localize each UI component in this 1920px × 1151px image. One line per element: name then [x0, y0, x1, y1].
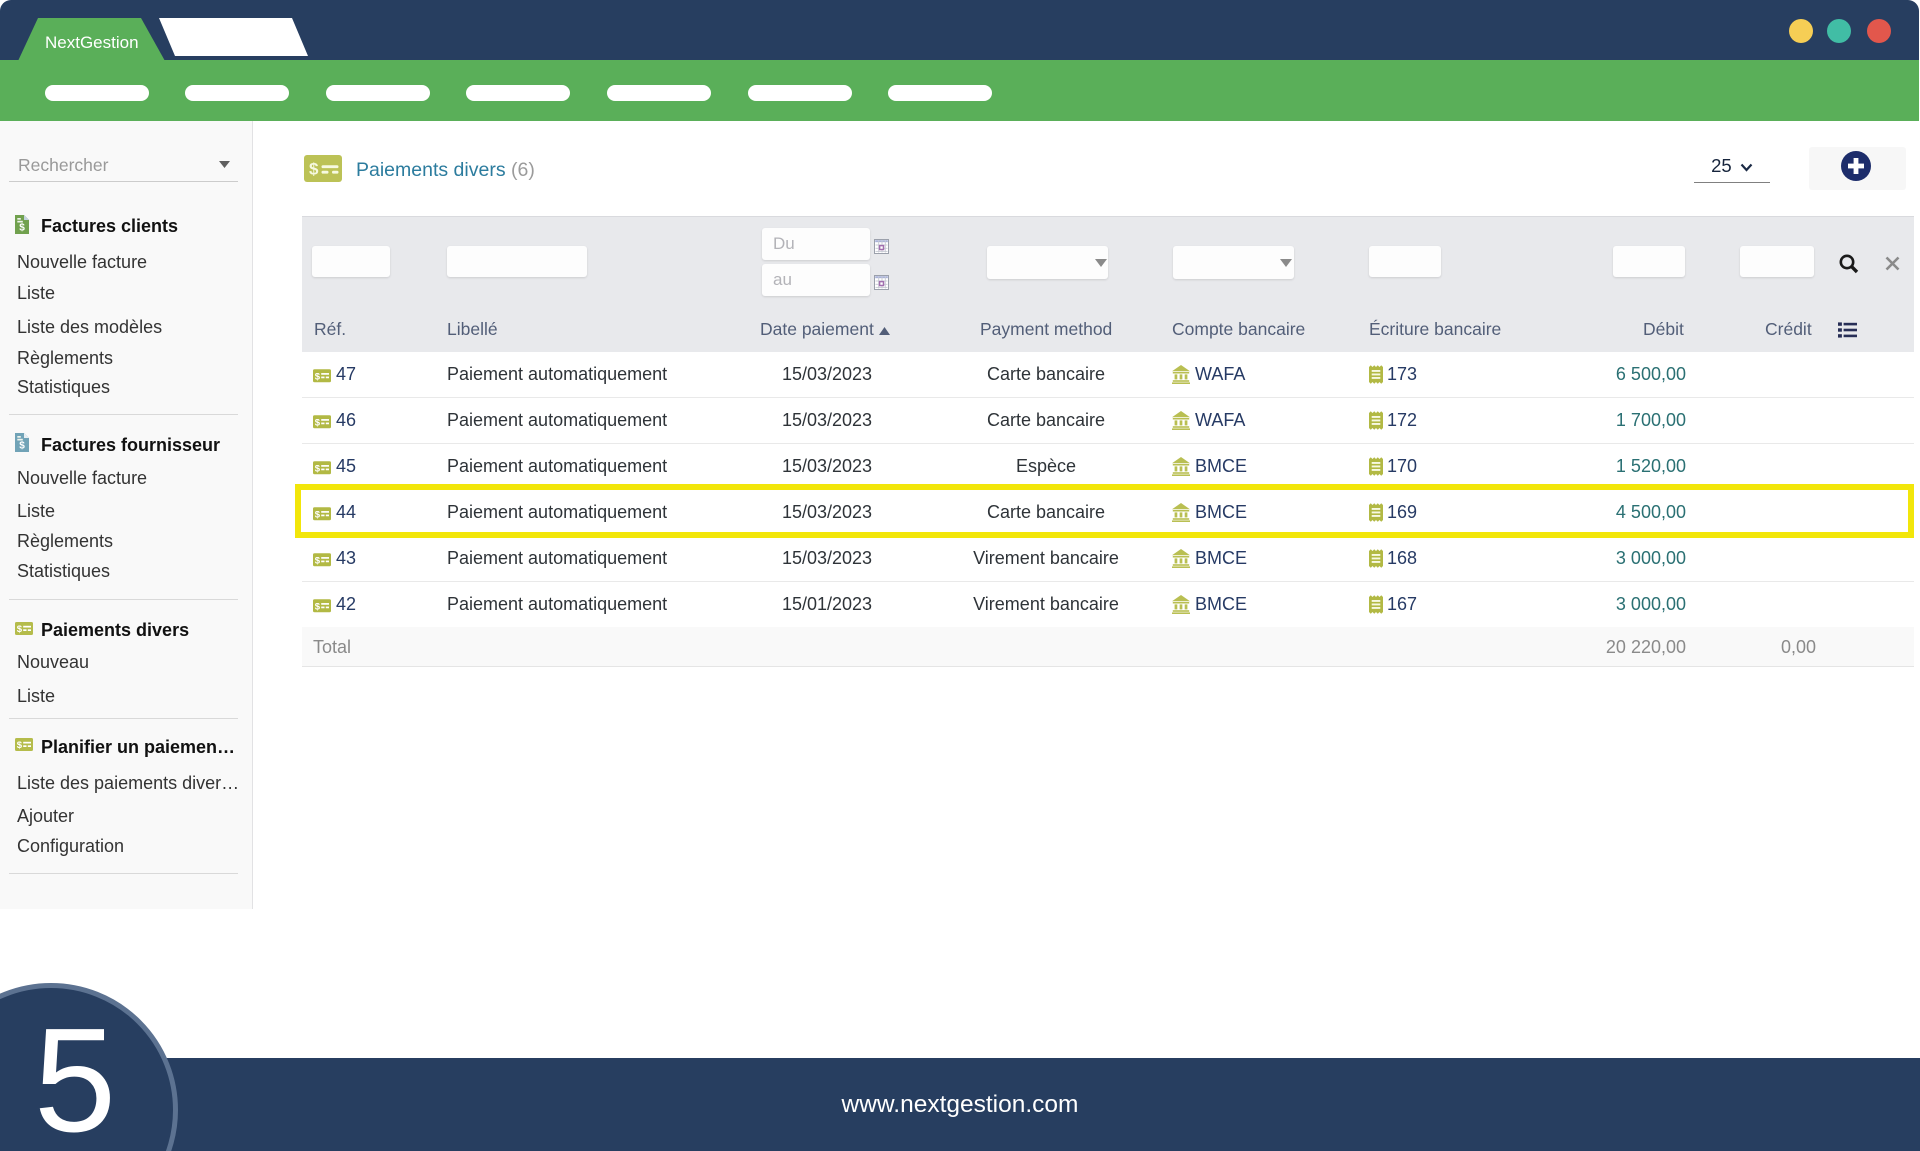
svg-text:$: $	[315, 371, 321, 382]
svg-text:$: $	[315, 463, 321, 474]
svg-text:$: $	[315, 417, 321, 428]
svg-text:$: $	[19, 223, 25, 234]
svg-text:$: $	[17, 624, 23, 635]
svg-text:$: $	[19, 441, 25, 452]
svg-text:$: $	[315, 601, 321, 612]
svg-text:$: $	[17, 740, 23, 751]
svg-text:$: $	[309, 160, 319, 179]
svg-text:$: $	[315, 555, 321, 566]
